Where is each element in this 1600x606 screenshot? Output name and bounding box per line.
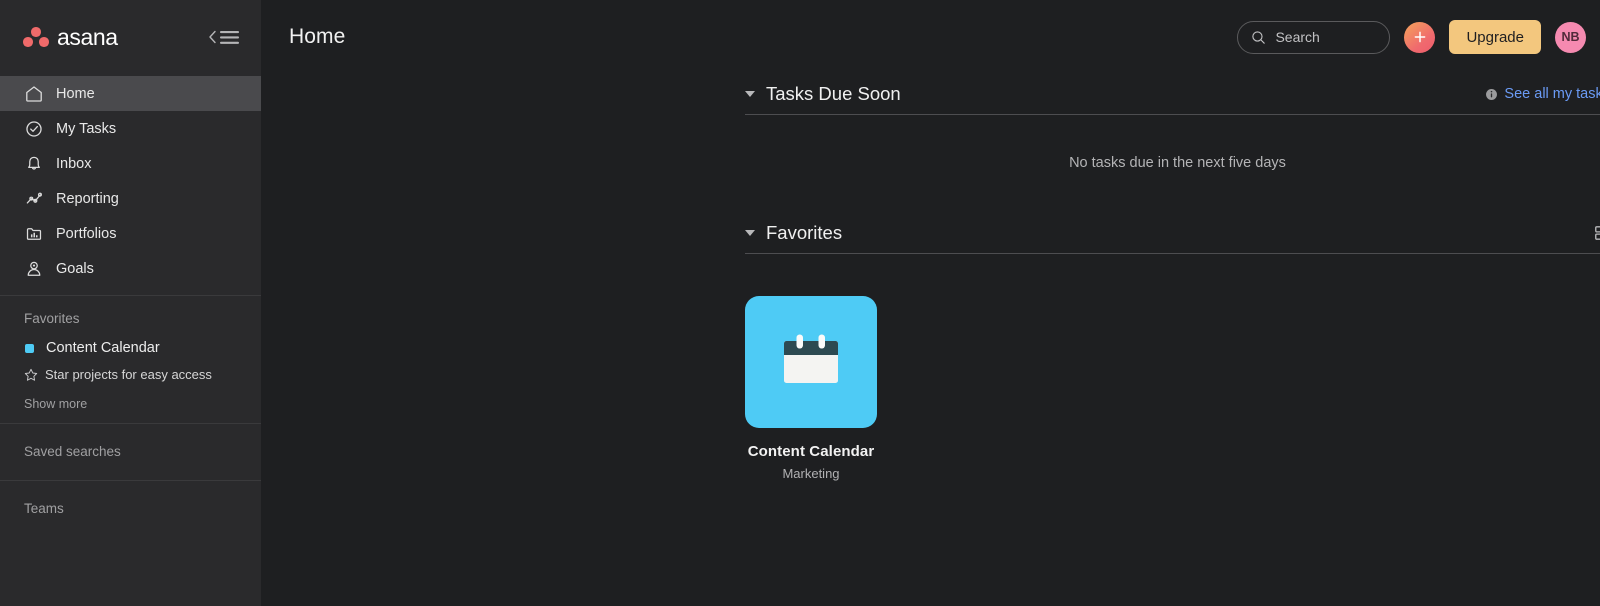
asana-logo[interactable]: asana (22, 23, 118, 50)
show-more-button[interactable]: Show more (0, 386, 261, 423)
bell-icon (24, 154, 43, 173)
folder-chart-icon (24, 224, 43, 243)
plus-icon (1414, 31, 1426, 43)
sidebar-item-reporting[interactable]: Reporting (0, 181, 261, 216)
star-projects-hint: Star projects for easy access (0, 360, 261, 386)
grid-view-toggle[interactable] (1594, 225, 1600, 241)
check-circle-icon (24, 119, 43, 138)
main-content: Home Search Upgrade NB Tasks Due Soon Se… (261, 0, 1600, 606)
upgrade-button[interactable]: Upgrade (1449, 20, 1541, 54)
sidebar-header: asana (0, 0, 261, 74)
sidebar-item-label: My Tasks (56, 120, 117, 137)
sidebar-item-label: Inbox (56, 155, 92, 172)
chevron-left-icon (209, 30, 216, 44)
calendar-icon (784, 334, 838, 383)
sidebar-item-label: Home (56, 85, 95, 102)
project-card-subtitle: Marketing (782, 466, 840, 481)
collapse-sidebar-button[interactable] (204, 26, 243, 49)
asana-logo-dots-icon (22, 26, 50, 48)
tasks-due-soon-section: Tasks Due Soon See all my tasks No tasks… (745, 74, 1600, 171)
sidebar-item-goals[interactable]: Goals (0, 251, 261, 286)
hamburger-menu-icon (220, 30, 239, 44)
project-card-content-calendar[interactable]: Content Calendar Marketing (745, 296, 877, 481)
sidebar-favorites-title: Favorites (24, 311, 80, 326)
favorite-label: Content Calendar (46, 340, 160, 356)
favorites-card-grid: Content Calendar Marketing (745, 254, 1600, 481)
search-placeholder: Search (1275, 29, 1320, 45)
asana-app: asana Home My Tasks Inbox Reporting Port… (0, 0, 1600, 606)
favorites-title: Favorites (766, 222, 843, 243)
sidebar-item-label: Goals (56, 260, 94, 277)
sidebar-item-portfolios[interactable]: Portfolios (0, 216, 261, 251)
search-input[interactable]: Search (1237, 20, 1391, 54)
grid-view-icon (1595, 226, 1600, 240)
line-chart-icon (24, 189, 43, 208)
sidebar-teams-title[interactable]: Teams (0, 481, 261, 516)
topbar: Home Search Upgrade NB (261, 0, 1600, 74)
tasks-due-soon-header: Tasks Due Soon See all my tasks (745, 74, 1600, 114)
star-outline-icon (24, 368, 38, 381)
favorites-section: Favorites Content Calendar Marketing (745, 213, 1600, 481)
star-hint-label: Star projects for easy access (45, 367, 212, 382)
caret-down-icon[interactable] (745, 91, 755, 97)
see-all-my-tasks-link[interactable]: See all my tasks (1485, 86, 1600, 102)
topbar-actions: Search Upgrade NB (1237, 20, 1586, 54)
sidebar-item-label: Reporting (56, 190, 119, 207)
home-icon (24, 84, 43, 103)
goal-person-icon (24, 259, 43, 278)
create-button[interactable] (1404, 21, 1436, 53)
project-card-name: Content Calendar (747, 443, 875, 460)
sidebar-favorite-content-calendar[interactable]: Content Calendar (0, 336, 261, 360)
favorites-header: Favorites (745, 213, 1600, 253)
asana-logo-text: asana (57, 23, 118, 50)
tasks-empty-message: No tasks due in the next five days (1069, 155, 1286, 171)
sidebar-item-inbox[interactable]: Inbox (0, 146, 261, 181)
project-card-tile (745, 296, 877, 428)
avatar[interactable]: NB (1555, 21, 1586, 53)
info-circle-icon (1486, 88, 1498, 100)
tasks-due-soon-title: Tasks Due Soon (766, 83, 901, 104)
see-all-my-tasks-label: See all my tasks (1504, 86, 1600, 102)
sidebar-item-home[interactable]: Home (0, 76, 261, 111)
project-color-dot-icon (25, 343, 34, 353)
sidebar-nav: Home My Tasks Inbox Reporting Portfolios… (0, 74, 261, 286)
page-title: Home (289, 25, 346, 48)
sidebar-item-label: Portfolios (56, 225, 117, 242)
caret-down-icon[interactable] (745, 230, 755, 236)
sidebar-saved-searches-title[interactable]: Saved searches (0, 424, 261, 480)
sidebar-item-my-tasks[interactable]: My Tasks (0, 111, 261, 146)
search-icon (1252, 30, 1266, 44)
home-content: Tasks Due Soon See all my tasks No tasks… (261, 74, 1600, 481)
sidebar: asana Home My Tasks Inbox Reporting Port… (0, 0, 261, 606)
